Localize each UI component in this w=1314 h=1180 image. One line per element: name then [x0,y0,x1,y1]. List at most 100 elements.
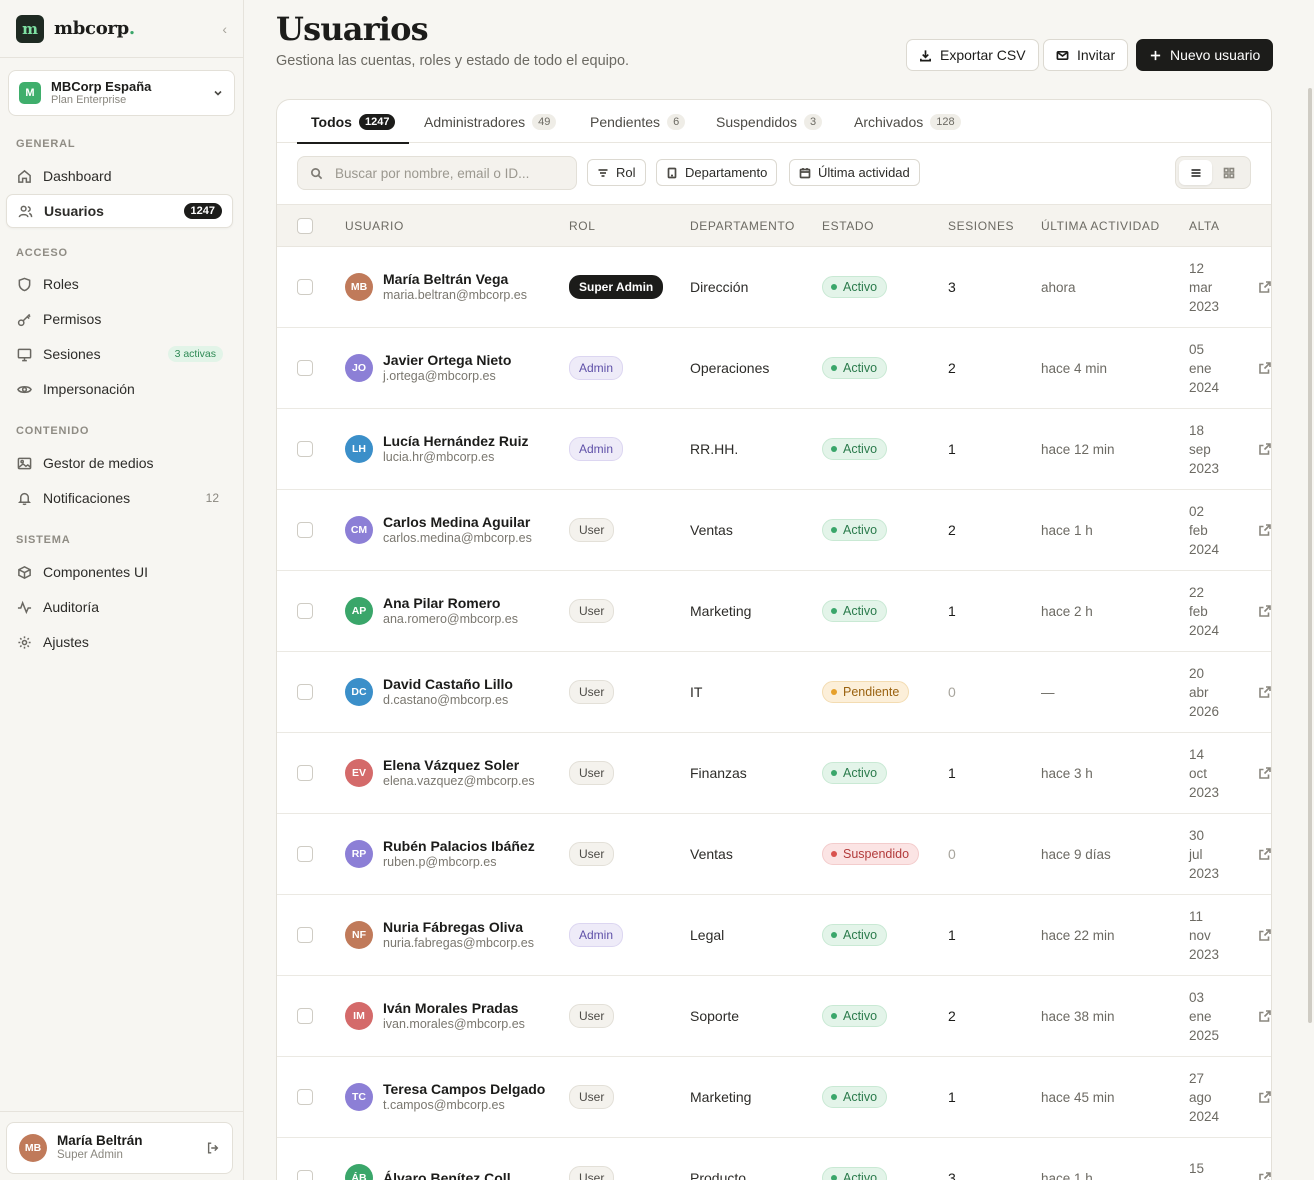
status-cell: Activo [822,976,888,1056]
open-external-icon[interactable] [1258,1138,1271,1180]
user-name[interactable]: Rubén Palacios Ibáñez [383,838,535,855]
sidebar-item-permisos[interactable]: Permisos [6,302,233,336]
row-checkbox[interactable] [297,927,313,943]
open-external-icon[interactable] [1258,895,1271,975]
table-row[interactable]: ÁB Álvaro Benítez Coll User Producto Activo 3… [277,1138,1271,1180]
user-name[interactable]: Lucía Hernández Ruiz [383,433,528,450]
logout-icon[interactable] [206,1141,220,1155]
table-row[interactable]: LH Lucía Hernández Ruiz lucia.hr@mbcorp.es… [277,409,1271,490]
column-header-rol[interactable]: ROL [569,205,595,246]
status-cell: Pendiente [822,652,910,732]
open-external-icon[interactable] [1258,976,1271,1056]
sidebar-item-auditoria[interactable]: Auditoría [6,590,233,624]
row-checkbox[interactable] [297,360,313,376]
filter-actividad-button[interactable]: Última actividad [789,159,920,186]
tab-count: 6 [667,113,686,130]
avatar: MB [345,273,373,301]
list-view-button[interactable] [1179,160,1212,185]
table-row[interactable]: CM Carlos Medina Aguilar carlos.medina@mbc… [277,490,1271,571]
user-email: lucia.hr@mbcorp.es [383,449,495,464]
tab-archivados[interactable]: Archivados 128 [854,100,961,143]
table-row[interactable]: NF Nuria Fábregas Oliva nuria.fabregas@mbc… [277,895,1271,976]
export-csv-button[interactable]: Exportar CSV [906,39,1039,71]
sidebar-item-dashboard[interactable]: Dashboard [6,159,233,193]
table-row[interactable]: EV Elena Vázquez Soler elena.vazquez@mbcor… [277,733,1271,814]
sidebar-item-medios[interactable]: Gestor de medios [6,446,233,480]
user-name[interactable]: Teresa Campos Delgado [383,1081,545,1098]
user-name[interactable]: Javier Ortega Nieto [383,352,511,369]
invite-button[interactable]: Invitar [1043,39,1129,71]
user-email: ivan.morales@mbcorp.es [383,1016,525,1031]
column-header-actividad[interactable]: ÚLTIMA ACTIVIDAD [1041,205,1160,246]
tab-todos[interactable]: Todos 1247 [296,100,410,144]
user-name[interactable]: Ana Pilar Romero [383,595,518,612]
search-input[interactable] [335,165,555,181]
select-all-checkbox[interactable] [297,217,313,234]
user-name[interactable]: Elena Vázquez Soler [383,757,535,774]
sidebar-item-roles[interactable]: Roles [6,267,233,301]
column-header-departamento[interactable]: DEPARTAMENTO [690,205,795,246]
filter-departamento-button[interactable]: Departamento [656,159,778,186]
table-row[interactable]: DC David Castaño Lillo d.castano@mbcorp.es… [277,652,1271,733]
org-switcher[interactable]: M MBCorp España Plan Enterprise [8,70,235,116]
filter-rol-button[interactable]: Rol [587,159,646,186]
table-row[interactable]: MB María Beltrán Vega maria.beltran@mbcorp… [277,247,1271,328]
tab-pendientes[interactable]: Pendientes 6 [590,100,686,143]
user-name[interactable]: María Beltrán Vega [383,271,527,288]
new-user-button[interactable]: Nuevo usuario [1136,39,1274,71]
sidebar-item-componentes[interactable]: Componentes UI [6,555,233,589]
export-csv-label: Exportar CSV [940,47,1026,63]
user-name[interactable]: David Castaño Lillo [383,676,513,693]
row-checkbox[interactable] [297,846,313,862]
user-name[interactable]: Nuria Fábregas Oliva [383,919,534,936]
collapse-sidebar-icon[interactable]: ‹ [222,21,227,37]
column-header-usuario[interactable]: USUARIO [345,205,404,246]
brand-logo[interactable]: m [16,14,44,43]
sidebar-item-label: Impersonación [43,381,135,397]
user-name[interactable]: Carlos Medina Aguilar [383,514,532,531]
row-checkbox[interactable] [297,1170,313,1180]
sidebar-item-impersonacion[interactable]: Impersonación [6,372,233,406]
scrollbar[interactable] [1308,88,1312,1023]
grid-view-button[interactable] [1212,160,1245,185]
open-external-icon[interactable] [1258,571,1271,651]
table-row[interactable]: JO Javier Ortega Nieto j.ortega@mbcorp.es A… [277,328,1271,409]
table-header: USUARIO ROL DEPARTAMENTO ESTADO SESIONES… [277,204,1271,247]
row-checkbox[interactable] [297,765,313,781]
row-checkbox[interactable] [297,441,313,457]
row-checkbox[interactable] [297,522,313,538]
table-row[interactable]: RP Rubén Palacios Ibáñez ruben.p@mbcorp.es… [277,814,1271,895]
sidebar-item-label: Notificaciones [43,490,131,506]
tab-administradores[interactable]: Administradores 49 [424,100,557,143]
sidebar-item-ajustes[interactable]: Ajustes [6,625,233,659]
sessions-cell: 2 [948,1008,956,1024]
open-external-icon[interactable] [1258,247,1271,327]
open-external-icon[interactable] [1258,1057,1271,1137]
open-external-icon[interactable] [1258,490,1271,570]
current-user-card[interactable]: MB María Beltrán Super Admin [6,1122,233,1174]
column-header-estado[interactable]: ESTADO [822,205,874,246]
row-checkbox[interactable] [297,279,313,295]
sidebar-item-usuarios[interactable]: Usuarios 1247 [6,194,233,228]
avatar: MB [19,1134,47,1162]
row-checkbox[interactable] [297,1089,313,1105]
open-external-icon[interactable] [1258,652,1271,732]
open-external-icon[interactable] [1258,814,1271,894]
column-header-alta[interactable]: ALTA [1189,205,1220,246]
sidebar-item-sesiones[interactable]: Sesiones 3 activas [6,337,233,371]
user-name[interactable]: Álvaro Benítez Coll [383,1170,511,1180]
table-row[interactable]: TC Teresa Campos Delgado t.campos@mbcorp.e… [277,1057,1271,1138]
row-checkbox[interactable] [297,603,313,619]
open-external-icon[interactable] [1258,328,1271,408]
table-row[interactable]: IM Iván Morales Pradas ivan.morales@mbcorp… [277,976,1271,1057]
sidebar-item-notificaciones[interactable]: Notificaciones 12 [6,481,233,515]
row-checkbox[interactable] [297,684,313,700]
column-header-sesiones[interactable]: SESIONES [948,205,1014,246]
user-name[interactable]: Iván Morales Pradas [383,1000,525,1017]
open-external-icon[interactable] [1258,409,1271,489]
row-checkbox[interactable] [297,1008,313,1024]
tab-suspendidos[interactable]: Suspendidos 3 [716,100,823,143]
table-row[interactable]: AP Ana Pilar Romero ana.romero@mbcorp.es Us… [277,571,1271,652]
status-dot [831,446,837,452]
open-external-icon[interactable] [1258,733,1271,813]
